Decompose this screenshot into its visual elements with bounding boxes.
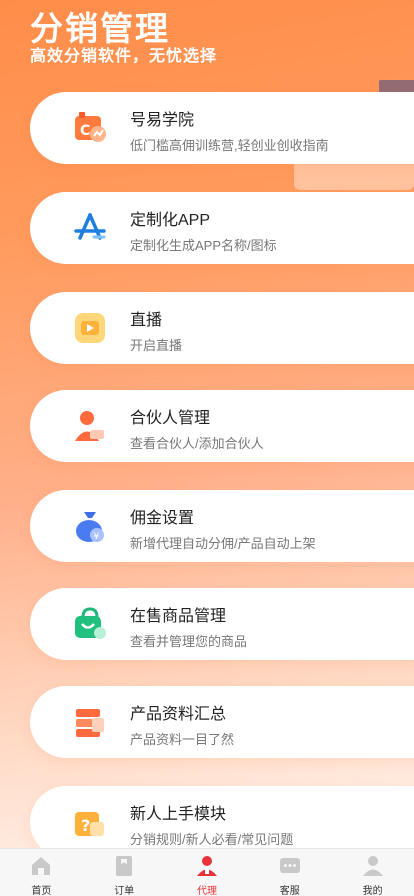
menu-item-name: 定制化APP [130,212,211,229]
agent-icon [196,856,217,876]
tab-agent[interactable]: 代理 [166,849,249,896]
menu-item-desc: 查看并管理您的商品 [130,634,248,649]
menu-item-desc: 查看合伙人/添加合伙人 [130,436,264,451]
menu-item-desc: 产品资料一目了然 [130,732,235,747]
menu-item-name: 产品资料汇总 [130,706,227,723]
tab-mine[interactable]: 我的 [331,849,414,896]
tab-home[interactable]: 首页 [0,849,83,896]
partner-icon [75,411,104,441]
menu-item-name: 直播 [130,312,163,329]
svg-text:¥: ¥ [94,532,100,542]
menu-item-name: 佣金设置 [130,510,195,527]
menu-item-name: 号易学院 [130,112,195,129]
menu-item-academy[interactable]: C 号易学院 低门槛高佣训练营,轻创业创收指南 [30,92,414,164]
bottom-tab-bar: 首页 订单 代理 客服 我的 [0,848,414,896]
menu-item-live[interactable]: 直播 开启直播 [30,292,414,364]
academy-icon: C [75,112,106,142]
money-bag-icon: ¥ [76,512,104,542]
menu-item-desc: 分销规则/新人必看/常见问题 [130,832,294,847]
menu-item-product-info[interactable]: 产品资料汇总 产品资料一目了然 [30,686,414,758]
tab-label: 客服 [279,886,300,896]
page-subtitle: 高效分销软件，无忧选择 [30,48,218,65]
question-folder-icon: ? [75,812,104,836]
svg-text:?: ? [81,816,90,835]
menu-item-name: 合伙人管理 [130,410,211,427]
order-icon [116,856,133,876]
menu-item-products[interactable]: 在售商品管理 查看并管理您的商品 [30,588,414,660]
user-icon [362,856,383,876]
menu-item-name: 新人上手模块 [130,806,227,823]
menu-item-desc: 定制化生成APP名称/图标 [130,238,277,253]
svg-text:C: C [80,123,90,139]
tab-service[interactable]: 客服 [248,849,331,896]
menu-item-partner[interactable]: 合伙人管理 查看合伙人/添加合伙人 [30,390,414,462]
menu-item-desc: 新增代理自动分佣/产品自动上架 [130,536,316,551]
tab-label: 我的 [362,886,383,896]
menu-item-name: 在售商品管理 [130,608,227,625]
menu-item-commission[interactable]: ¥ 佣金设置 新增代理自动分佣/产品自动上架 [30,490,414,562]
menu-item-custom-app[interactable]: 定制化APP 定制化生成APP名称/图标 [30,192,414,264]
live-video-icon [75,313,105,343]
app-store-icon [74,213,106,240]
home-icon [32,857,51,875]
tab-label: 代理 [196,886,217,896]
shopping-bag-icon [75,607,106,639]
chat-icon [279,858,300,873]
menu-item-desc: 开启直播 [130,338,183,353]
tab-orders[interactable]: 订单 [83,849,166,896]
tab-label: 订单 [114,886,135,896]
tab-label: 首页 [31,886,52,896]
document-stack-icon [76,709,104,737]
menu-item-desc: 低门槛高佣训练营,轻创业创收指南 [130,138,329,153]
